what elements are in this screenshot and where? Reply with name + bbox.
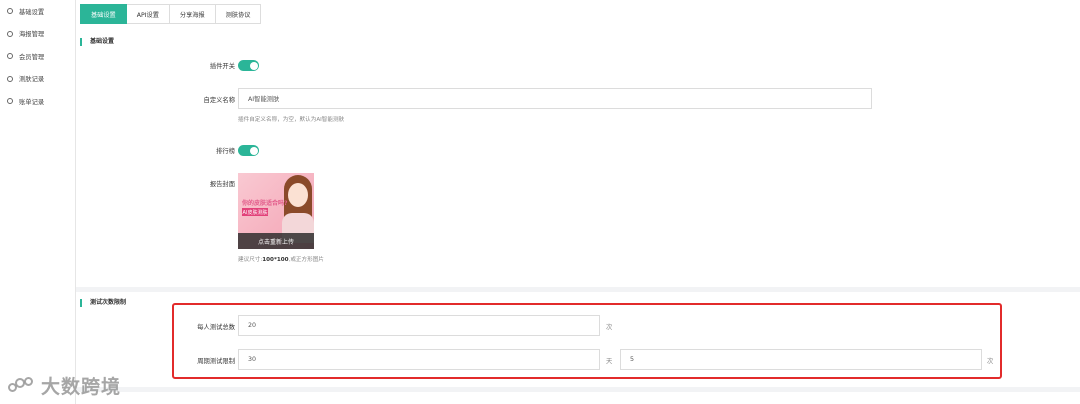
sidebar-item-members[interactable]: 会员管理 bbox=[0, 45, 75, 68]
period-days-input[interactable]: 30 bbox=[238, 349, 600, 370]
tab-share-poster[interactable]: 分享海报 bbox=[169, 4, 216, 24]
sidebar-item-skin-records[interactable]: 测肤记录 bbox=[0, 68, 75, 91]
sidebar-item-label: 账单记录 bbox=[19, 98, 45, 106]
poster-figure-face bbox=[288, 183, 308, 207]
circle-icon bbox=[7, 8, 13, 15]
reupload-overlay[interactable]: 点击重新上传 bbox=[238, 233, 314, 249]
next-section-card bbox=[76, 392, 1080, 404]
size-hint-size: 100*100 bbox=[262, 257, 289, 263]
sidebar-item-label: 海报管理 bbox=[19, 31, 45, 39]
poster-text: 你的皮肤适合吗? bbox=[242, 200, 288, 207]
plugin-switch-toggle[interactable] bbox=[238, 60, 259, 71]
sidebar-item-label: 测肤记录 bbox=[19, 76, 45, 84]
report-cover-image[interactable]: 你的皮肤适合吗? AI皮肤测肤 点击重新上传 bbox=[238, 173, 314, 249]
test-limit-card: 测试次数限制 每人测试总数 20 次 周期测试限制 30 天 5 次 bbox=[76, 292, 1080, 387]
tab-api-settings[interactable]: API设置 bbox=[126, 4, 170, 24]
poster-button-graphic: AI皮肤测肤 bbox=[242, 208, 268, 216]
per-person-input[interactable]: 20 bbox=[238, 315, 600, 336]
size-hint-suffix: ,或正方形图片 bbox=[288, 257, 324, 263]
circle-icon bbox=[7, 30, 13, 37]
tab-basic-settings[interactable]: 基础设置 bbox=[80, 4, 127, 24]
section-title-basic: 基础设置 bbox=[80, 38, 114, 46]
ranking-label: 排行榜 bbox=[216, 148, 235, 155]
custom-name-label: 自定义名称 bbox=[203, 97, 235, 104]
report-cover-label: 报告封面 bbox=[209, 181, 235, 188]
custom-name-input[interactable]: AI智能测肤 bbox=[238, 88, 872, 109]
sidebar: 基础设置 海报管理 会员管理 测肤记录 账单记录 bbox=[0, 0, 76, 404]
sidebar-item-billing[interactable]: 账单记录 bbox=[0, 90, 75, 113]
watermark-text: 大数跨境 bbox=[41, 376, 122, 398]
toggle-knob bbox=[249, 61, 258, 70]
circle-icon bbox=[7, 53, 13, 60]
basic-settings-card: 基础设置 API设置 分享海报 测肤协议 基础设置 插件开关 自定义名称 AI智… bbox=[76, 0, 1080, 287]
main-content: 基础设置 API设置 分享海报 测肤协议 基础设置 插件开关 自定义名称 AI智… bbox=[76, 0, 1080, 404]
per-person-label: 每人测试总数 bbox=[197, 324, 235, 331]
period-label: 周期测试限制 bbox=[197, 358, 235, 365]
size-hint: 建议尺寸:100*100,或正方形图片 bbox=[238, 255, 324, 263]
watermark: 大数跨境 bbox=[8, 372, 121, 399]
period-times-unit: 次 bbox=[987, 358, 994, 365]
toggle-knob bbox=[249, 146, 258, 155]
tab-bar: 基础设置 API设置 分享海报 测肤协议 bbox=[80, 4, 262, 24]
sidebar-item-basic-settings[interactable]: 基础设置 bbox=[0, 0, 75, 23]
sidebar-item-label: 会员管理 bbox=[19, 53, 45, 61]
period-times-input[interactable]: 5 bbox=[620, 349, 982, 370]
size-hint-prefix: 建议尺寸: bbox=[238, 257, 263, 263]
per-person-unit: 次 bbox=[606, 324, 613, 331]
watermark-logo-icon bbox=[8, 375, 38, 397]
circle-icon bbox=[7, 98, 13, 105]
circle-icon bbox=[7, 75, 13, 82]
section-title-limits: 测试次数限制 bbox=[80, 299, 126, 307]
ranking-toggle[interactable] bbox=[238, 145, 259, 156]
tab-skin-agreement[interactable]: 测肤协议 bbox=[215, 4, 262, 24]
period-days-unit: 天 bbox=[606, 358, 613, 365]
sidebar-item-posters[interactable]: 海报管理 bbox=[0, 23, 75, 46]
sidebar-item-label: 基础设置 bbox=[19, 8, 45, 16]
plugin-switch-label: 插件开关 bbox=[209, 63, 235, 70]
custom-name-hint: 插件自定义名称，为空，默认为AI智能测肤 bbox=[238, 117, 345, 123]
